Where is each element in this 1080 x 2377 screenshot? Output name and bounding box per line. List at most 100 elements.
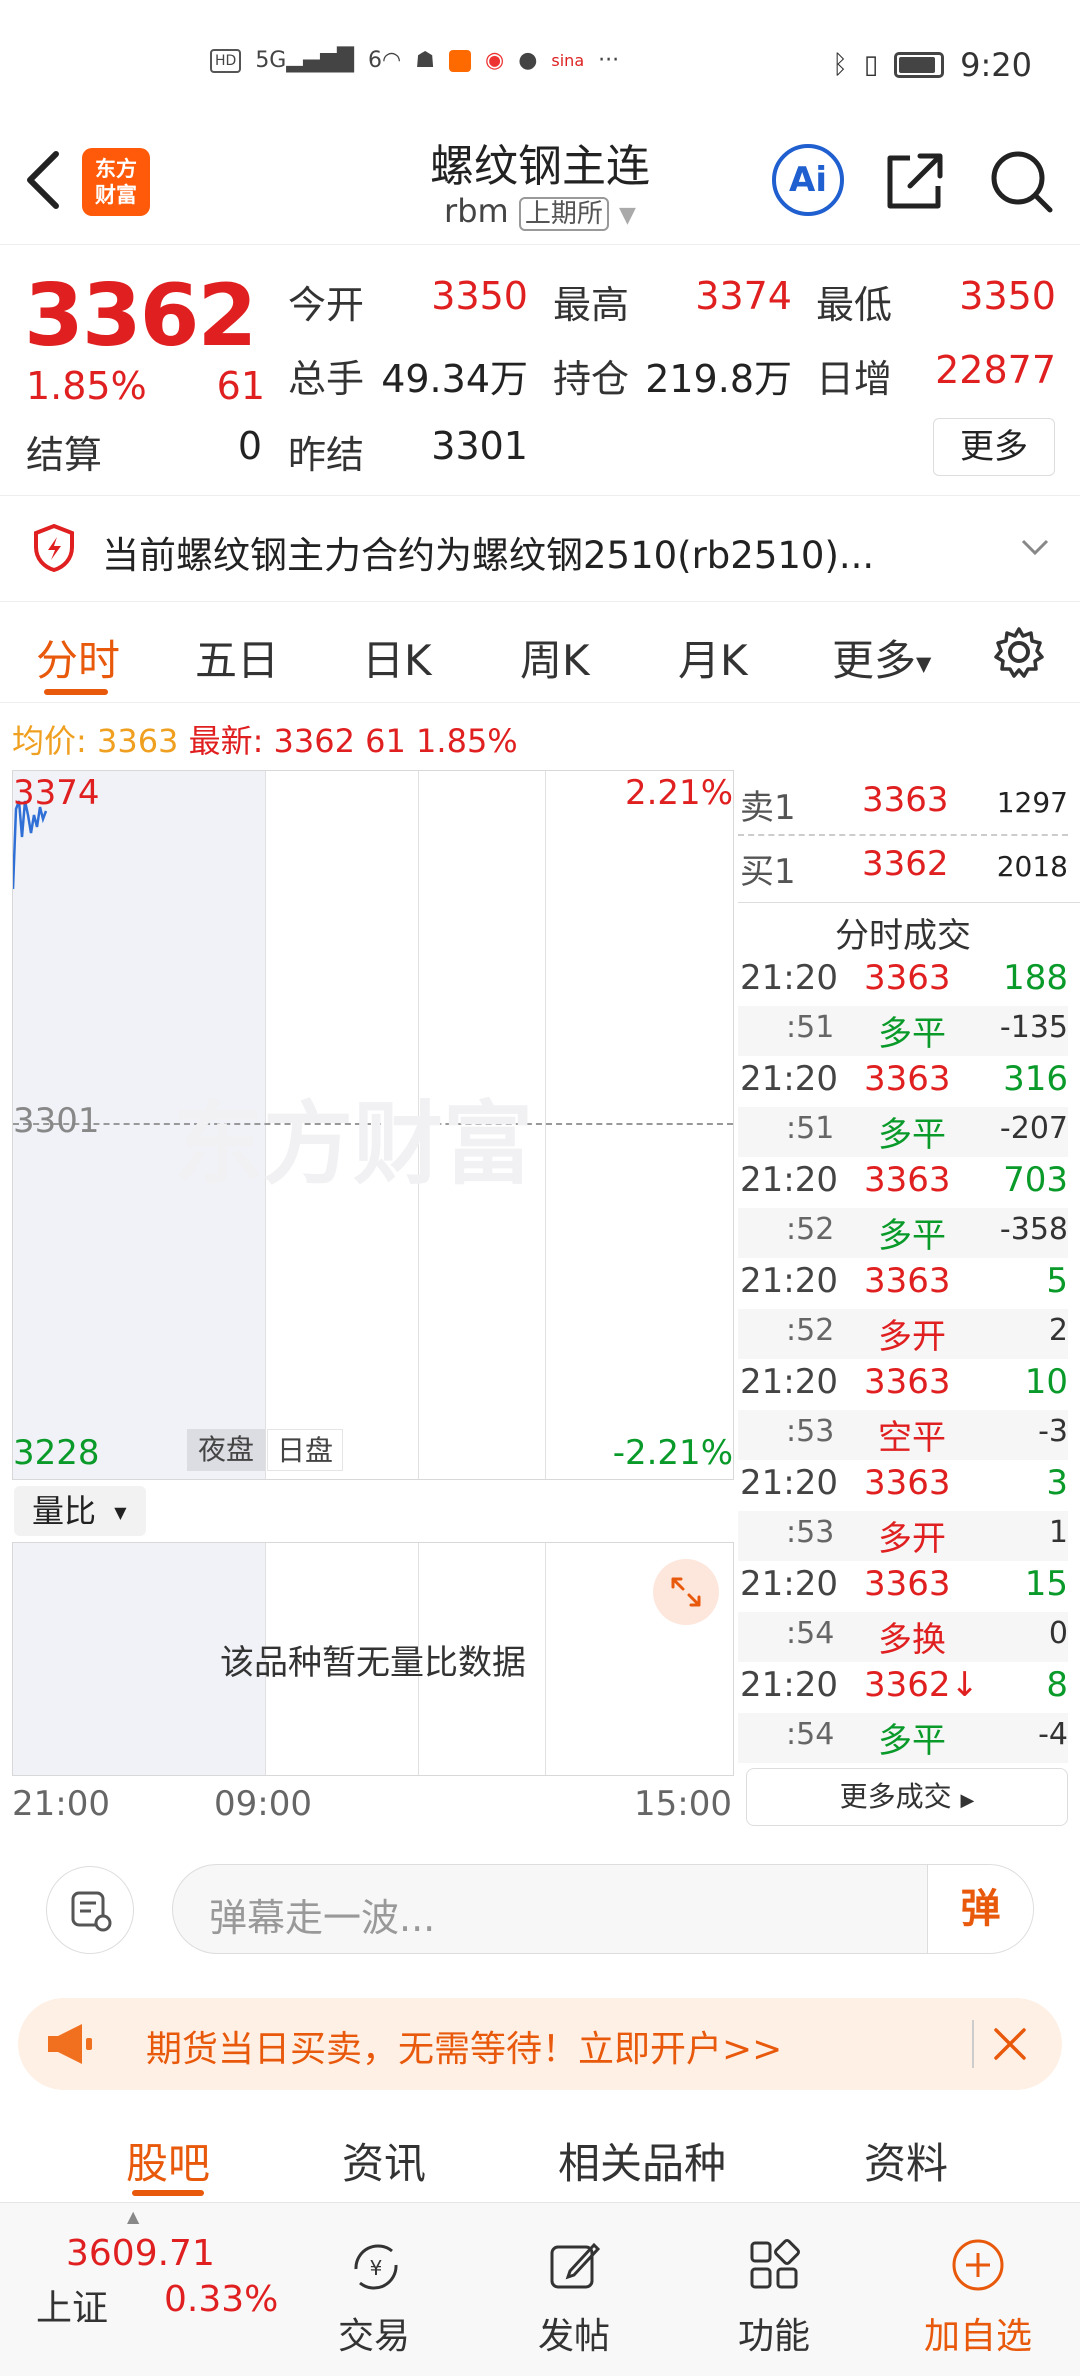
trade-detail-row: :53 多开 1: [738, 1511, 1068, 1561]
clock: 9:20: [960, 46, 1032, 84]
spread-divider: [738, 834, 1068, 836]
battery-icon: [894, 52, 945, 78]
ai-button[interactable]: Ai: [772, 144, 844, 216]
latest-pct: 1.85%: [416, 722, 518, 760]
trade-type: 多开: [878, 1317, 946, 1357]
intraday-chart[interactable]: 东方财富 3374 2.21% 3301 3228 -2.21% 夜盘 日盘: [12, 770, 734, 1480]
trade-time: 21:20: [740, 1564, 838, 1604]
nav-functions-label: 功能: [737, 2316, 810, 2357]
trade-volume: 3: [1046, 1463, 1068, 1503]
more-quote-button[interactable]: 更多: [933, 418, 1055, 476]
active-tab-indicator: [44, 689, 108, 695]
tab-five-day[interactable]: 五日: [195, 627, 279, 688]
chart-tabs: 分时 五日 日K 周K 月K 更多▼: [0, 603, 1080, 703]
ask-price: 3363: [862, 780, 949, 820]
nav-functions[interactable]: 功能: [714, 2203, 834, 2377]
trade-volume: 5: [1046, 1261, 1068, 1301]
trade-type: 多换: [878, 1620, 946, 1660]
trade-time: 21:20: [740, 958, 838, 998]
quote-panel: 3362 1.85% 61 结算 0 今开 3350 最高 3374 最低 33…: [0, 246, 1080, 496]
y-top-label: 3374: [13, 773, 100, 813]
hd-indicator: HD: [210, 48, 242, 73]
trade-price: 3363: [864, 1463, 951, 1503]
megaphone-icon: [48, 2024, 92, 2064]
nav-add-watchlist-label: 加自选: [923, 2316, 1032, 2357]
trade-type: 空平: [878, 1418, 946, 1458]
trade-oi-change: 0: [1048, 1616, 1068, 1651]
trade-type: 多平: [878, 1721, 946, 1761]
trade-second: :51: [786, 1010, 835, 1045]
trade-detail-row: :51 多平 -135: [738, 1006, 1068, 1056]
trade-volume: 15: [1024, 1564, 1068, 1604]
settings-gear-icon[interactable]: [992, 625, 1046, 679]
empty-data-text: 该品种暂无量比数据: [220, 1643, 526, 1683]
danmu-send-button[interactable]: 弹: [927, 1865, 1033, 1953]
trade-oi-change: -4: [1038, 1717, 1068, 1752]
trade-oi-change: -135: [999, 1010, 1068, 1045]
nav-add-watchlist[interactable]: 加自选: [918, 2203, 1038, 2377]
tab-daily-k[interactable]: 日K: [362, 627, 432, 688]
expand-icon[interactable]: [653, 1559, 719, 1625]
trade-volume: 188: [1003, 958, 1068, 998]
search-icon[interactable]: [986, 146, 1056, 216]
prev-settle-value: 3301: [431, 424, 528, 468]
tab-intraday[interactable]: 分时: [36, 627, 120, 688]
danmu-settings-icon: [71, 1891, 112, 1932]
settle-value: 0: [237, 424, 262, 468]
tab-more-label: 更多: [832, 636, 917, 685]
tab-news[interactable]: 资讯: [342, 2130, 426, 2191]
y-bottom-label: 3228: [13, 1433, 100, 1473]
close-icon[interactable]: [992, 2026, 1028, 2062]
volume-label: 总手: [288, 357, 365, 401]
tab-guba[interactable]: 股吧: [126, 2130, 210, 2191]
nav-post[interactable]: 发帖: [514, 2203, 634, 2377]
nav-trade-label: 交易: [337, 2316, 410, 2357]
header: 东方 财富 螺纹钢主连 rbm 上期所 ▼ Ai: [0, 120, 1080, 245]
oi-value: 219.8万: [645, 357, 792, 401]
tab-more[interactable]: 更多▼: [832, 627, 931, 688]
trade-detail-row: :52 多开 2: [738, 1309, 1068, 1359]
signal-icon: 5G▂▄▆█: [255, 48, 355, 73]
trade-row: 21:20 3363 316: [738, 1059, 1068, 1109]
volume-ratio-panel: 该品种暂无量比数据: [12, 1542, 734, 1776]
trade-row: 21:20 3363 10: [738, 1362, 1068, 1412]
tab-weekly-k[interactable]: 周K: [520, 627, 590, 688]
caret-down-icon: ▼: [916, 651, 932, 676]
danmu-send-label: 弹: [960, 1886, 1001, 1932]
volume-ratio-selector[interactable]: 量比 ▼: [14, 1486, 146, 1536]
low-label: 最低: [816, 283, 893, 327]
tab-monthly-k[interactable]: 月K: [678, 627, 748, 688]
trade-second: :53: [786, 1515, 835, 1550]
trade-oi-change: -358: [999, 1212, 1068, 1247]
main-contract-notice[interactable]: 当前螺纹钢主力合约为螺纹钢2510(rb2510)...: [0, 497, 1080, 602]
tab-related[interactable]: 相关品种: [558, 2130, 726, 2191]
latest-label: 最新:: [188, 722, 264, 760]
trade-time: 21:20: [740, 1160, 838, 1200]
danmu-settings-button[interactable]: [46, 1866, 134, 1954]
latest-change: 61: [365, 722, 406, 760]
danmu-placeholder: 弹幕走一波...: [209, 1896, 436, 1940]
index-ticker[interactable]: ▲ 3609.71 上证 0.33%: [0, 2203, 300, 2377]
trade-time: 21:20: [740, 1463, 838, 1503]
tab-profile[interactable]: 资料: [864, 2130, 948, 2191]
trade-price: 3362↓: [864, 1665, 980, 1705]
plus-circle-icon: [952, 2239, 1004, 2291]
trade-row: 21:20 3363 15: [738, 1564, 1068, 1614]
nav-trade[interactable]: ¥ 交易: [314, 2203, 434, 2377]
trade-row: 21:20 3362↓ 8: [738, 1665, 1068, 1715]
danmu-input[interactable]: 弹幕走一波... 弹: [172, 1864, 1034, 1954]
order-panel: 卖1 3363 1297 买1 3362 2018 分时成交 21:20 3363…: [738, 770, 1080, 1840]
trade-type: 多平: [878, 1014, 946, 1054]
more-trades-button[interactable]: 更多成交 ▶: [746, 1768, 1068, 1826]
share-icon[interactable]: [880, 146, 950, 216]
high-label: 最高: [553, 283, 630, 327]
shield-icon: [34, 523, 74, 573]
dropdown-icon: ▼: [619, 203, 636, 228]
network-type: 5G: [255, 48, 287, 73]
trade-detail-row: :54 多换 0: [738, 1612, 1068, 1662]
chevron-down-icon[interactable]: [1020, 537, 1050, 557]
grid-icon: [750, 2239, 800, 2289]
last-price: 3362: [24, 266, 257, 366]
oi-label: 持仓: [553, 357, 630, 401]
open-account-banner[interactable]: 期货当日买卖，无需等待！立即开户>>: [18, 1998, 1062, 2090]
